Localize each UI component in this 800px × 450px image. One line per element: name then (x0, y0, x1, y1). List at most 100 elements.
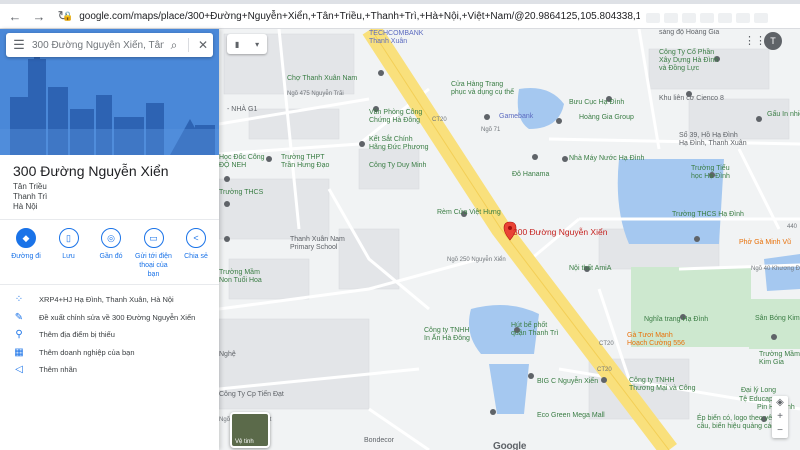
map-label[interactable]: Primary School (290, 244, 337, 251)
map-label[interactable]: Hút bể phốt (511, 322, 547, 329)
map-label[interactable]: Rèm Cửa Việt Hưng (437, 209, 501, 216)
map-label[interactable]: Công Ty Duy Minh (369, 162, 426, 169)
back-icon[interactable]: ← (6, 7, 24, 25)
divider (0, 219, 219, 220)
map-label[interactable]: Cửa Hàng Trang (451, 81, 503, 88)
map-label[interactable]: sáng độ Hoàng Gia (659, 29, 719, 36)
forward-icon[interactable]: → (30, 7, 48, 25)
map-label[interactable]: Học Đốc Công (219, 154, 265, 161)
map-label[interactable]: Đô Hanama (512, 171, 549, 178)
map-label[interactable]: 440 (787, 224, 797, 230)
add-label-row[interactable]: ◁ Thêm nhãn (0, 361, 219, 379)
map-label[interactable]: In Ấn Hà Đông (424, 335, 470, 342)
map-label[interactable]: Eco Green Mega Mall (537, 412, 605, 419)
map-label[interactable]: CT20 (599, 341, 614, 347)
map-label[interactable]: CT20 (432, 117, 447, 123)
map-canvas[interactable]: ▮ ▾ ⋮⋮ T 300 Đường Nguyễn Xiển TECHCOMBA… (219, 29, 800, 450)
layers-button[interactable]: Vệ tinh (230, 412, 270, 448)
map-label[interactable]: và Đồng Lực (659, 65, 699, 72)
map-label[interactable]: Ngõ 250 Nguyễn Xiển (447, 257, 506, 263)
map-label[interactable]: BIG C Nguyễn Xiển (537, 378, 598, 385)
map-label[interactable]: Công ty TNHH (629, 377, 674, 384)
map-label[interactable]: Ép biển có, logo theo yêu (697, 415, 776, 422)
map-label[interactable]: Thanh Xuân Nam (290, 236, 345, 243)
map-label[interactable]: Thanh Xuân (369, 38, 407, 45)
search-box[interactable]: ☰ 300 Đường Nguyễn Xiển, Tân Tri ⌕ ✕ (6, 33, 213, 57)
map-label[interactable]: Sổ 39, Hồ Hạ Đình (679, 132, 738, 139)
map-label[interactable]: Bưu Cục Hạ Đình (569, 99, 624, 106)
map-label[interactable]: Sân Bóng Kim (755, 315, 800, 322)
map-label[interactable]: Hoạch Cường 556 (627, 340, 685, 347)
map-label[interactable]: Trần Hưng Đạo (281, 162, 329, 169)
map-label[interactable]: Kết Sắt Chính (369, 136, 413, 143)
map-label[interactable]: Non Tuổi Hoa (219, 277, 262, 284)
hamburger-menu-icon[interactable]: ☰ (6, 37, 32, 53)
suggest-edit-row[interactable]: ✎ Đề xuất chỉnh sửa về 300 Đường Nguyễn … (0, 309, 219, 327)
map-label[interactable]: Công ty TNHH (424, 327, 469, 334)
map-label[interactable]: ĐỘ NEH (219, 162, 246, 169)
map-label[interactable]: Gà Tươi Mạnh (627, 332, 673, 339)
map-label[interactable]: Trường THCS (219, 189, 263, 196)
map-label[interactable]: Kim Gia (759, 359, 784, 366)
map-label[interactable]: Bondecor (364, 437, 394, 444)
share-button[interactable]: < Chia sẻ (176, 228, 216, 279)
map-label[interactable]: Đại lý Long (741, 387, 776, 394)
map-label[interactable]: Hạ Đình, Thanh Xuân (679, 140, 747, 147)
map-label[interactable]: Hãng Đức Phương (369, 144, 429, 151)
nearby-button[interactable]: ◎ Gần đó (91, 228, 131, 279)
map-label[interactable]: quận Thanh Trì (511, 330, 558, 337)
map-label[interactable]: Trường THPT (281, 154, 325, 161)
map-label[interactable]: TECHCOMBANK (369, 30, 423, 37)
url-field[interactable]: 🔒 google.com/maps/place/300+Đường+Nguyễn… (62, 7, 640, 26)
add-missing-place-row[interactable]: ⚲ Thêm địa điểm bị thiếu (0, 326, 219, 344)
avatar[interactable]: T (764, 32, 782, 50)
search-icon[interactable]: ⌕ (164, 38, 184, 53)
google-wordmark: Google (493, 441, 527, 450)
map-label[interactable]: Nghệ (219, 351, 236, 358)
directions-button[interactable]: ◆ Đường đi (6, 228, 46, 279)
zoom-in-button[interactable]: + (777, 410, 783, 424)
map-label[interactable]: Gấu In nhiều loại (767, 111, 800, 118)
map-label[interactable]: Nhà Máy Nước Hạ Đình (569, 155, 644, 162)
map-label[interactable]: Chứng Hà Đông (369, 117, 420, 124)
save-button[interactable]: ▯ Lưu (49, 228, 89, 279)
map-label[interactable]: Trường Tiểu (691, 165, 730, 172)
map-label[interactable]: Gamebank (499, 113, 533, 120)
map-label[interactable]: Chợ Thanh Xuân Nam (287, 75, 357, 82)
zoom-out-button[interactable]: − (777, 424, 783, 438)
map-label[interactable]: Thương Mại và Công (629, 385, 695, 392)
map-label[interactable]: Trường Mầm (219, 269, 260, 276)
map-label[interactable]: Ngõ 71 (481, 127, 500, 133)
map-label[interactable]: Ngõ 40 Khương Đình (751, 266, 800, 272)
map-label[interactable]: Nội thất AmiA (569, 265, 611, 272)
map-label[interactable]: Xây Dựng Hà Đình (659, 57, 718, 64)
add-business-row[interactable]: ▦ Thêm doanh nghiệp của bạn (0, 344, 219, 362)
map-label[interactable]: cầu, biển hiệu quảng cáo (697, 423, 775, 430)
map-label[interactable]: Khu liên cơ Cienco 8 (659, 95, 724, 102)
detail-text: Đề xuất chỉnh sửa về 300 Đường Nguyễn Xi… (39, 312, 196, 322)
map-label[interactable]: Tệ Educap (739, 396, 773, 403)
map-label[interactable]: Văn Phòng Công (369, 109, 422, 116)
map-label[interactable]: - NHÀ G1 (227, 106, 257, 113)
map-label[interactable]: Ngõ 475 Nguyễn Trãi (287, 91, 344, 97)
map-label[interactable]: học Hạ Đình (691, 173, 730, 180)
compass-icon[interactable]: ◈ (776, 396, 784, 410)
place-panel: ☰ 300 Đường Nguyễn Xiển, Tân Tri ⌕ ✕ 300… (0, 29, 219, 450)
pin-label[interactable]: 300 Đường Nguyễn Xiển (513, 227, 607, 237)
map-label[interactable]: Trường THCS Hạ Đình (672, 211, 744, 218)
map-label[interactable]: CT20 (597, 367, 612, 373)
map-label[interactable]: Nghĩa trang Hạ Đình (644, 316, 708, 323)
close-icon[interactable]: ✕ (193, 38, 213, 52)
plus-code-row[interactable]: ⁘ XRP4+HJ Hạ Đình, Thanh Xuân, Hà Nội (0, 291, 219, 309)
send-to-phone-button[interactable]: ▭ Gửi tới điện thoại của bạn (134, 228, 174, 279)
map-label[interactable]: Phở Gà Minh Vũ (739, 239, 791, 246)
apps-grid-icon[interactable]: ⋮⋮ (744, 34, 766, 48)
search-input[interactable]: 300 Đường Nguyễn Xiển, Tân Tri (32, 40, 164, 51)
map-label[interactable]: Trường Mầm (759, 351, 800, 358)
map-label[interactable]: Công Ty Cổ Phần (659, 49, 714, 56)
map-label[interactable]: Hoàng Gia Group (579, 114, 634, 121)
address-line: Thanh Trì (13, 192, 48, 201)
map-type-chip[interactable]: ▮ ▾ (227, 34, 267, 54)
map-label[interactable]: Công Ty Cp Tiến Đạt (219, 391, 284, 398)
map-label[interactable]: phục và dụng cụ thể (451, 89, 514, 96)
